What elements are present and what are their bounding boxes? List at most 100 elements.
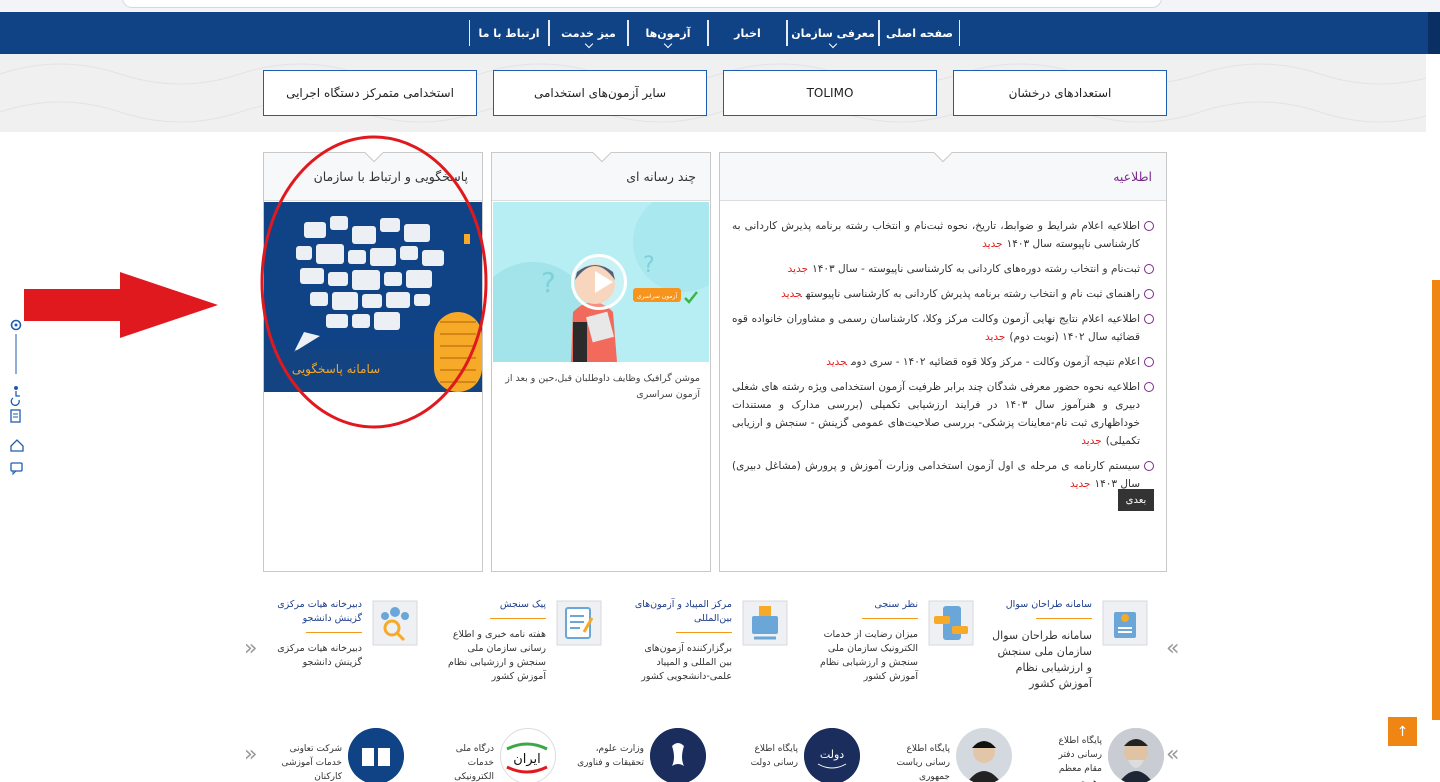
accessibility-icon[interactable] <box>10 386 20 406</box>
partner-link-label: پایگاه اطلاع رسانی دفتر مقام معظم رهبری <box>1058 736 1103 782</box>
page-scrollbar[interactable] <box>1432 280 1440 720</box>
video-badge-text: آزمون سراسری <box>637 291 678 300</box>
quick-link-other-exams[interactable]: سایر آزمون‌های استخدامی <box>493 70 707 116</box>
announcement-item[interactable]: اطلاعیه اعلام نتایج نهایی آزمون وکالت مر… <box>732 310 1154 346</box>
partner-link-label: وزارت علوم، تحقیقات و فناوری <box>577 744 644 768</box>
announcement-item[interactable]: اطلاعیه اعلام شرایط و ضوابط، تاریخ، نحوه… <box>732 217 1154 253</box>
chevron-down-icon <box>584 39 593 49</box>
next-button[interactable]: بعدی <box>1118 489 1154 511</box>
nav-exams-label: آزمون‌ها <box>645 26 691 40</box>
quick-link-tolimo[interactable]: TOLIMO <box>723 70 937 116</box>
nav-about-label: معرفی سازمان <box>791 26 875 40</box>
new-badge: جدید <box>1081 435 1102 447</box>
announcement-text: اعلام نتیجه آزمون وکالت - مرکز وکلا قوه … <box>850 356 1140 368</box>
new-badge: جدید <box>826 356 847 368</box>
service-description: برگزارکننده آزمون‌های بین المللی و المپی… <box>641 643 732 682</box>
nav-about[interactable]: معرفی سازمان <box>787 20 879 49</box>
service-title: سامانه طراحان سوال <box>1005 599 1092 610</box>
carousel-next-icon[interactable]: » <box>244 636 257 661</box>
nav-contact-label: ارتباط با ما <box>478 26 540 40</box>
government-logo-text: دولت <box>820 748 844 761</box>
service-title: پیک سنجش <box>499 599 546 610</box>
quick-link-label: استعدادهای درخشان <box>1008 86 1112 100</box>
scroll-to-top-button[interactable]: ↑ <box>1388 717 1417 746</box>
arrow-up-icon: ↑ <box>1396 723 1409 740</box>
video-thumbnail[interactable]: ? ? آزمون سراسری <box>493 202 709 362</box>
service-description: دبیرخانه هیات مرکزی گزینش دانشجو <box>277 643 362 668</box>
bullet-icon <box>1144 221 1154 231</box>
quick-link-talents[interactable]: استعدادهای درخشان <box>953 70 1167 116</box>
nav-news[interactable]: اخبار <box>708 20 787 46</box>
partner-link[interactable]: ایران درگاه ملی خدمات الکترونیکی <box>432 728 556 782</box>
nav-news-label: اخبار <box>734 26 761 40</box>
new-badge: جدید <box>787 263 809 275</box>
play-icon[interactable] <box>571 254 627 310</box>
partner-link[interactable]: پایگاه اطلاع رسانی دفتر مقام معظم رهبری <box>1046 728 1164 782</box>
chat-icon[interactable] <box>10 462 23 476</box>
panel-notch <box>587 152 617 166</box>
announcements-panel: اطلاعیه اطلاعیه اعلام شرایط و ضوابط، تار… <box>719 152 1167 572</box>
new-badge: جدید <box>982 238 1003 250</box>
video-caption[interactable]: موشن گرافیک وظایف داوطلبان قبل،حین و بعد… <box>502 371 700 403</box>
partner-link-label: شرکت تعاونی خدمات آموزشی کارکنان <box>281 744 342 782</box>
olympiad-icon <box>742 600 788 646</box>
announcement-item[interactable]: اعلام نتیجه آزمون وکالت - مرکز وکلا قوه … <box>732 353 1154 371</box>
service-card[interactable]: سامانه طراحان سوال سامانه طراحان سوال سا… <box>992 596 1150 696</box>
top-strip <box>0 0 1440 12</box>
announcement-text: اطلاعیه نحوه حضور معرفی شدگان چند برابر … <box>732 381 1140 447</box>
service-divider <box>1036 618 1092 619</box>
nav-home-label: صفحه اصلی <box>886 26 953 40</box>
new-badge: جدید <box>781 288 802 300</box>
service-card[interactable]: پیک سنجش هفته نامه خبری و اطلاع رسانی سا… <box>446 596 604 696</box>
partner-link[interactable]: شرکت تعاونی خدمات آموزشی کارکنان <box>264 728 404 782</box>
service-description: میزان رضایت از خدمات الکترونیک سازمان مل… <box>819 629 918 682</box>
announcement-item[interactable]: سیستم کارنامه ی مرحله ی اول آزمون استخدا… <box>732 457 1154 493</box>
service-title: نظر سنجی <box>874 599 918 610</box>
service-description: هفته نامه خبری و اطلاع رسانی سازمان ملی … <box>447 629 546 682</box>
service-card[interactable]: مرکز المپیاد و آزمون‌های بین‌المللی برگز… <box>632 596 790 696</box>
question-designers-icon <box>1102 600 1148 646</box>
nav-contact[interactable]: ارتباط با ما <box>469 20 549 46</box>
cooperative-logo <box>348 728 404 782</box>
links-next-icon[interactable]: » <box>244 742 257 767</box>
announcement-item[interactable]: ثبت‌نام و انتخاب رشته دوره‌های کاردانی ب… <box>732 260 1154 278</box>
nav-service-desk[interactable]: میز خدمت <box>549 20 628 49</box>
service-card[interactable]: دبیرخانه هیات مرکزی گزینش دانشجو دبیرخان… <box>262 596 420 696</box>
svg-text:?: ? <box>643 253 655 278</box>
leader-portrait-logo <box>1108 728 1164 782</box>
document-icon[interactable] <box>10 409 21 423</box>
newsletter-icon <box>556 600 602 646</box>
gear-icon[interactable] <box>10 319 22 331</box>
red-annotation-oval <box>260 135 488 429</box>
left-accessibility-toolbar <box>8 316 28 486</box>
next-button-label: بعدی <box>1125 494 1147 506</box>
service-card[interactable]: نظر سنجی میزان رضایت از خدمات الکترونیک … <box>818 596 976 696</box>
announcement-item[interactable]: اطلاعیه نحوه حضور معرفی شدگان چند برابر … <box>732 378 1154 450</box>
president-portrait-logo <box>956 728 1012 782</box>
announcement-item[interactable]: راهنمای ثبت نام و انتخاب رشته برنامه پذی… <box>732 285 1154 303</box>
links-prev-icon[interactable]: « <box>1166 742 1179 767</box>
chevron-down-icon <box>663 39 673 49</box>
selection-board-icon <box>372 600 418 646</box>
carousel-prev-icon[interactable]: « <box>1166 636 1179 661</box>
nav-exams[interactable]: آزمون‌ها <box>628 20 708 49</box>
partner-link[interactable]: پایگاه اطلاع رسانی ریاست جمهوری <box>886 728 1012 782</box>
svg-text:?: ? <box>541 266 556 299</box>
new-badge: جدید <box>984 331 1006 343</box>
partner-link-label: پایگاه اطلاع رسانی ریاست جمهوری <box>896 744 950 782</box>
service-title: مرکز المپیاد و آزمون‌های بین‌المللی <box>634 599 732 624</box>
iran-portal-logo: ایران <box>500 728 556 782</box>
partner-link-label: پایگاه اطلاع رسانی دولت <box>750 744 798 768</box>
panel-notch <box>928 152 958 166</box>
announcement-text: اطلاعیه اعلام نتایج نهایی آزمون وکالت مر… <box>732 313 1140 343</box>
quick-link-label: استخدامی متمرکز دستگاه اجرایی <box>286 86 454 100</box>
navbar-edge <box>1428 12 1440 54</box>
quick-link-central-recruitment[interactable]: استخدامی متمرکز دستگاه اجرایی <box>263 70 477 116</box>
partner-link[interactable]: وزارت علوم، تحقیقات و فناوری <box>566 728 706 782</box>
nav-home[interactable]: صفحه اصلی <box>879 20 960 46</box>
search-bar[interactable] <box>122 0 1162 8</box>
pattern-background <box>0 63 1426 123</box>
service-divider <box>306 632 362 633</box>
partner-link[interactable]: دولت پایگاه اطلاع رسانی دولت <box>734 728 860 782</box>
home-icon[interactable] <box>10 439 24 452</box>
